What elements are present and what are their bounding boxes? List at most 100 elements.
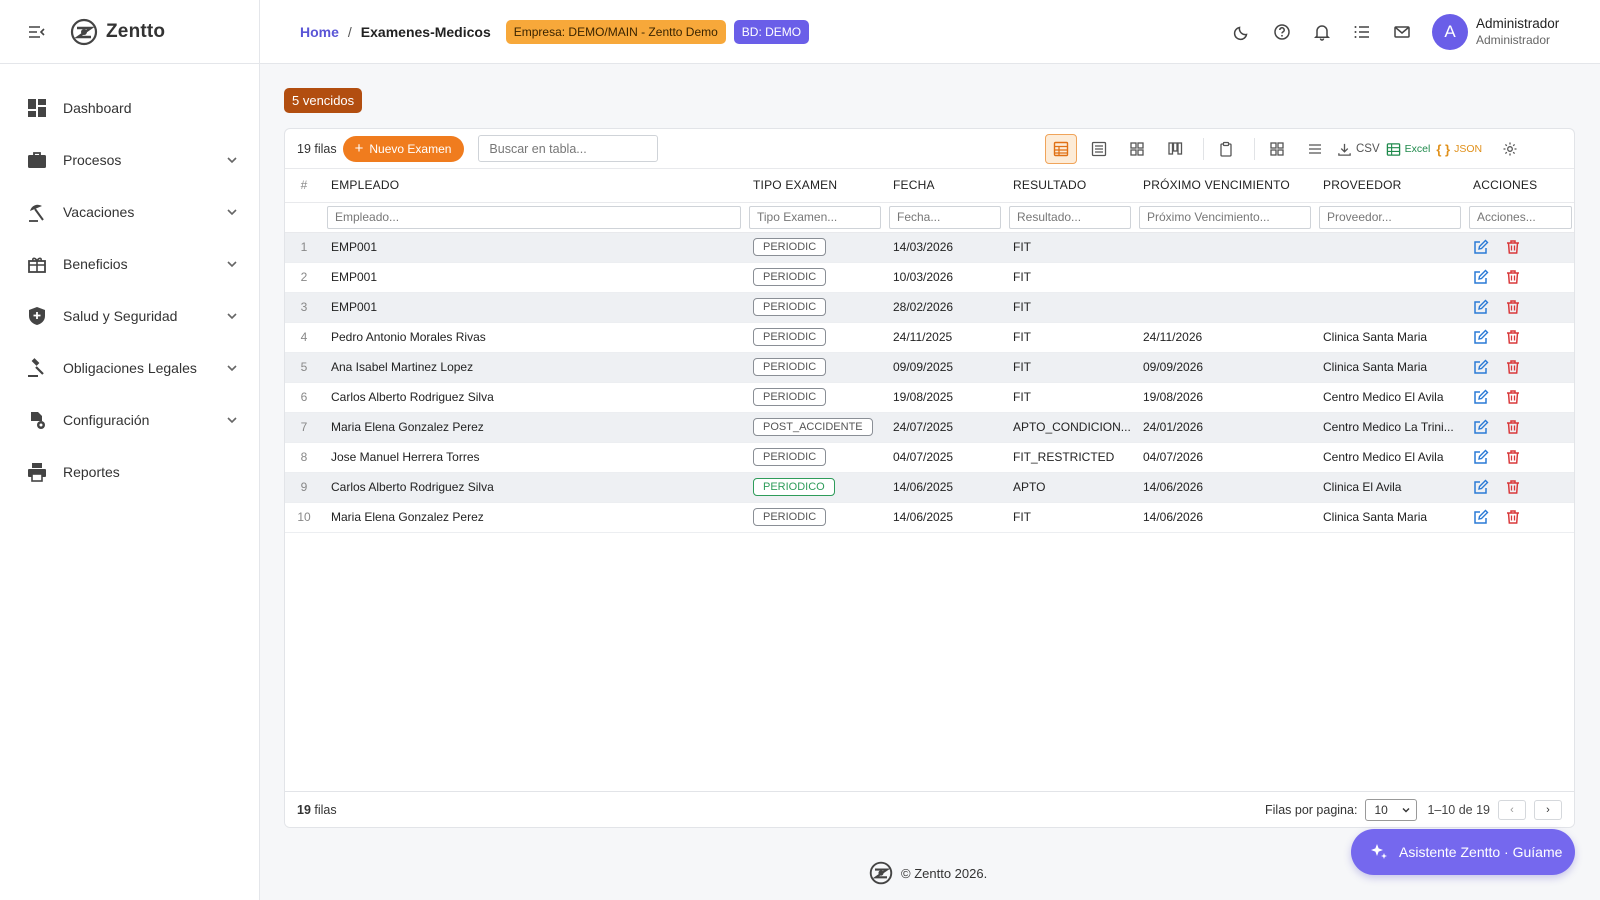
new-exam-button[interactable]: + Nuevo Examen: [342, 135, 465, 162]
column-header-acciones: ACCIONES: [1465, 169, 1574, 203]
mail-icon[interactable]: [1382, 12, 1422, 52]
brand-logo[interactable]: Zentto: [70, 18, 165, 46]
list-view-icon[interactable]: [1083, 134, 1115, 164]
filter-acciones-input[interactable]: [1469, 205, 1572, 229]
rows-per-page-select[interactable]: 10: [1365, 799, 1418, 821]
sidebar-item-configuracion[interactable]: Configuración: [0, 394, 259, 446]
column-header-tipo[interactable]: TIPO EXAMEN: [745, 169, 885, 203]
edit-icon[interactable]: [1473, 269, 1489, 285]
table-view-icon[interactable]: [1045, 134, 1077, 164]
expired-badge[interactable]: 5 vencidos: [284, 88, 363, 113]
sidebar-item-salud-y-seguridad[interactable]: Salud y Seguridad: [0, 290, 259, 342]
row-index: 4: [285, 322, 323, 353]
export-csv-button[interactable]: CSV: [1337, 134, 1380, 164]
table-row[interactable]: 5 Ana Isabel Martinez Lopez PERIODIC 09/09/…: [285, 352, 1574, 383]
edit-icon[interactable]: [1473, 509, 1489, 525]
sidebar-item-reportes[interactable]: Reportes: [0, 446, 259, 498]
moon-icon[interactable]: [1222, 12, 1262, 52]
edit-icon[interactable]: [1473, 239, 1489, 255]
chevron-down-icon[interactable]: [225, 309, 239, 323]
edit-icon[interactable]: [1473, 299, 1489, 315]
footer-count-label: filas: [314, 802, 337, 817]
sidebar-item-beneficios[interactable]: Beneficios: [0, 238, 259, 290]
filter-tipo-input[interactable]: [749, 205, 881, 229]
breadcrumb-home[interactable]: Home: [300, 24, 339, 40]
shield-plus-icon: [26, 305, 48, 327]
column-header-resultado[interactable]: RESULTADO: [1005, 169, 1135, 203]
kanban-view-icon[interactable]: [1159, 134, 1191, 164]
export-excel-button[interactable]: Excel: [1386, 134, 1430, 164]
user-menu[interactable]: A Administrador Administrador: [1432, 14, 1559, 50]
table-search-input[interactable]: [478, 135, 659, 162]
data-grid-panel: 19 filas + Nuevo Examen Buscar en tabla.…: [284, 128, 1575, 828]
delete-icon[interactable]: [1505, 449, 1521, 465]
chevron-down-icon[interactable]: [225, 257, 239, 271]
breadcrumb: Home / Examenes-Medicos: [300, 24, 491, 40]
filter-empleado-input[interactable]: [327, 205, 741, 229]
density-lines-icon[interactable]: [1299, 134, 1331, 164]
copyright-text: © Zentto 2026.: [901, 865, 988, 881]
delete-icon[interactable]: [1505, 329, 1521, 345]
table-row[interactable]: 9 Carlos Alberto Rodriguez Silva PERIODICO…: [285, 472, 1574, 503]
column-header-empleado[interactable]: EMPLEADO: [323, 169, 745, 203]
collapse-menu-icon[interactable]: [26, 21, 48, 43]
filter-resultado-input[interactable]: [1009, 205, 1131, 229]
delete-icon[interactable]: [1505, 479, 1521, 495]
column-header-proveedor[interactable]: PROVEEDOR: [1315, 169, 1465, 203]
chevron-down-icon[interactable]: [225, 361, 239, 375]
column-header-fecha[interactable]: FECHA: [885, 169, 1005, 203]
chevron-down-icon[interactable]: [225, 153, 239, 167]
delete-icon[interactable]: [1505, 509, 1521, 525]
gavel-icon: [26, 357, 48, 379]
sidebar-item-obligaciones-legales[interactable]: Obligaciones Legales: [0, 342, 259, 394]
row-count-label: 19 filas: [297, 141, 337, 156]
sidebar-item-dashboard[interactable]: Dashboard: [0, 82, 259, 134]
edit-icon[interactable]: [1473, 359, 1489, 375]
delete-icon[interactable]: [1505, 299, 1521, 315]
delete-icon[interactable]: [1505, 269, 1521, 285]
delete-icon[interactable]: [1505, 389, 1521, 405]
chevron-down-icon[interactable]: [225, 205, 239, 219]
edit-icon[interactable]: [1473, 449, 1489, 465]
column-header-vencimiento[interactable]: PRÓXIMO VENCIMIENTO: [1135, 169, 1315, 203]
filter-fecha-input[interactable]: [889, 205, 1001, 229]
list-icon[interactable]: [1342, 12, 1382, 52]
table-row[interactable]: 1 EMP001 PERIODIC 14/03/2026 FIT: [285, 232, 1574, 263]
help-icon[interactable]: [1262, 12, 1302, 52]
delete-icon[interactable]: [1505, 419, 1521, 435]
assistant-button[interactable]: Asistente Zentto · Guíame: [1351, 829, 1575, 875]
table-row[interactable]: 4 Pedro Antonio Morales Rivas PERIODIC 24/1…: [285, 322, 1574, 353]
edit-icon[interactable]: [1473, 329, 1489, 345]
table-row[interactable]: 8 Jose Manuel Herrera Torres PERIODIC 04/07…: [285, 442, 1574, 473]
prev-page-button[interactable]: ‹: [1498, 800, 1526, 820]
gear-icon[interactable]: [1494, 134, 1526, 164]
delete-icon[interactable]: [1505, 359, 1521, 375]
exam-type-chip: PERIODICO: [753, 478, 835, 496]
next-page-button[interactable]: ›: [1534, 800, 1562, 820]
delete-icon[interactable]: [1505, 239, 1521, 255]
sidebar-item-procesos[interactable]: Procesos: [0, 134, 259, 186]
chevron-down-icon[interactable]: [225, 413, 239, 427]
cell-fecha: 14/06/2025: [885, 502, 1005, 533]
user-name: Administrador: [1476, 16, 1560, 31]
density-grid-icon[interactable]: [1261, 134, 1293, 164]
bell-icon[interactable]: [1302, 12, 1342, 52]
table-row[interactable]: 7 Maria Elena Gonzalez Perez POST_ACCIDENT…: [285, 412, 1574, 443]
sidebar-item-label: Dashboard: [63, 100, 132, 116]
filter-vencimiento-input[interactable]: [1139, 205, 1311, 229]
table-row[interactable]: 2 EMP001 PERIODIC 10/03/2026 FIT: [285, 262, 1574, 293]
edit-icon[interactable]: [1473, 389, 1489, 405]
table-row[interactable]: 6 Carlos Alberto Rodriguez Silva PERIODIC 1…: [285, 382, 1574, 413]
table-row[interactable]: 3 EMP001 PERIODIC 28/02/2026 FIT: [285, 292, 1574, 323]
filter-proveedor-input[interactable]: [1319, 205, 1461, 229]
sidebar-item-vacaciones[interactable]: Vacaciones: [0, 186, 259, 238]
empresa-chip: Empresa: DEMO/MAIN - Zentto Demo: [505, 19, 726, 44]
cell-resultado: FIT: [1005, 352, 1135, 383]
edit-icon[interactable]: [1473, 419, 1489, 435]
table-row[interactable]: 10 Maria Elena Gonzalez Perez PERIODIC 14/0…: [285, 502, 1574, 533]
clipboard-icon[interactable]: [1210, 134, 1242, 164]
export-json-button[interactable]: { } JSON: [1436, 134, 1482, 164]
edit-icon[interactable]: [1473, 479, 1489, 495]
grid-view-icon[interactable]: [1121, 134, 1153, 164]
header-actions: [1222, 0, 1422, 64]
